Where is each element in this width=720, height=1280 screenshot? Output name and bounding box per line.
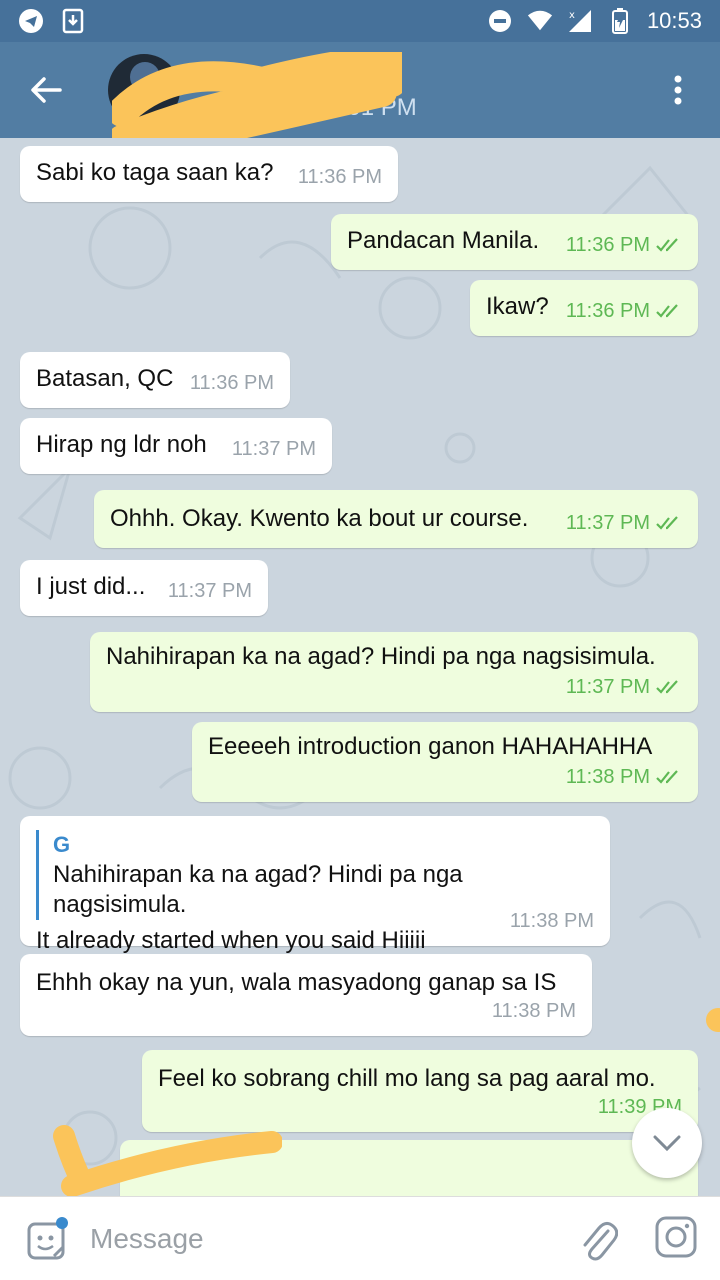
- double-check-icon: [656, 680, 678, 694]
- message-bubble[interactable]: Ohhh. Okay. Kwento ka bout ur course. 11…: [94, 490, 698, 548]
- message-time: 11:36 PM: [566, 296, 682, 326]
- quoted-sender: G: [53, 832, 71, 857]
- message-bubble[interactable]: Ikaw? 11:36 PM: [470, 280, 698, 336]
- sticker-icon: [27, 1217, 68, 1260]
- message-time-text: 11:36 PM: [565, 300, 650, 322]
- status-time: 10:53: [646, 8, 702, 33]
- message-time-text: 11:38 PM: [565, 766, 650, 788]
- message-time-text: 11:37 PM: [565, 676, 650, 698]
- svg-text:x: x: [569, 10, 575, 21]
- message-bubble[interactable]: Sabi ko taga saan ka? 11:36 PM: [20, 146, 398, 202]
- chat-header: last seen at 9:01 PM: [0, 42, 720, 156]
- message-time: 11:36 PM: [297, 166, 382, 188]
- message-text: Hirap ng ldr noh: [36, 431, 207, 458]
- message-input[interactable]: [90, 1219, 550, 1259]
- message-time: 11:36 PM: [189, 372, 274, 394]
- message-time: 11:37 PM: [231, 438, 316, 460]
- message-bubble[interactable]: Pandacan Manila. 11:36 PM: [331, 214, 698, 270]
- message-text: Ohhh. Okay. Kwento ka bout ur course.: [110, 505, 529, 532]
- chat-area[interactable]: Sabi ko taga saan ka? 11:36 PM Pandacan …: [0, 138, 720, 1196]
- message-text: Ikaw?: [486, 293, 549, 320]
- wifi-icon: [527, 8, 553, 34]
- back-button[interactable]: [22, 66, 70, 114]
- scroll-to-bottom-button[interactable]: [632, 1108, 702, 1178]
- message-bubble[interactable]: Hirap ng ldr noh 11:37 PM: [20, 418, 332, 474]
- more-vertical-icon: [674, 75, 682, 105]
- telegram-icon: [18, 8, 44, 34]
- message-bubble[interactable]: Nahihirapan ka na agad? Hindi pa nga nag…: [90, 632, 698, 712]
- do-not-disturb-icon: [487, 8, 513, 34]
- double-check-icon: [656, 238, 678, 252]
- message-bubble[interactable]: I just did... 11:37 PM: [20, 560, 268, 616]
- message-time: 11:36 PM: [566, 230, 682, 260]
- message-text: Ehhh okay na yun, wala masyadong ganap s…: [36, 969, 557, 996]
- message-time: 11:38 PM: [491, 1000, 576, 1022]
- message-bubble[interactable]: Ehhh okay na yun, wala masyadong ganap s…: [20, 954, 592, 1036]
- arrow-left-icon: [31, 77, 62, 103]
- download-icon: [60, 8, 86, 34]
- message-text: Batasan, QC: [36, 365, 174, 392]
- signal-icon: x: [567, 8, 593, 34]
- reply-message-bubble[interactable]: G Nahihirapan ka na agad? Hindi pa nga n…: [20, 816, 610, 954]
- double-check-icon: [656, 516, 678, 530]
- message-composer: [0, 1196, 720, 1280]
- double-check-icon: [656, 304, 678, 318]
- attach-button[interactable]: [578, 1215, 619, 1263]
- message-bubble[interactable]: Eeeeeh introduction ganon HAHAHAHHA 11:3…: [192, 722, 698, 802]
- battery-charging-icon: [607, 8, 633, 34]
- camera-button[interactable]: [654, 1215, 698, 1259]
- message-text: Feel ko sobrang chill mo lang sa pag aar…: [158, 1065, 656, 1092]
- paperclip-icon: [583, 1221, 619, 1261]
- sticker-button[interactable]: [24, 1217, 70, 1263]
- message-text: Nahihirapan ka na agad? Hindi pa nga nag…: [106, 643, 656, 670]
- message-bubble[interactable]: Feel ko sobrang chill mo lang sa pag aar…: [142, 1050, 698, 1132]
- more-menu-button[interactable]: [658, 70, 698, 110]
- camera-icon: [655, 1216, 697, 1258]
- chevron-down-icon: [653, 1135, 681, 1152]
- message-time: 11:37 PM: [167, 580, 252, 602]
- status-bar: x 10:53: [0, 0, 720, 42]
- message-time: 11:37 PM: [566, 508, 682, 538]
- message-text: It already started when you said Hiiiii: [36, 927, 426, 954]
- message-time-text: 11:36 PM: [565, 234, 650, 256]
- double-check-icon: [656, 770, 678, 784]
- message-time: 11:38 PM: [566, 762, 682, 792]
- message-text: Pandacan Manila.: [347, 227, 540, 254]
- message-bubble[interactable]: Batasan, QC 11:36 PM: [20, 352, 290, 408]
- message-time-text: 11:37 PM: [565, 512, 650, 534]
- reply-message-bubble[interactable]: [120, 1140, 698, 1196]
- message-text: Eeeeeh introduction ganon HAHAHAHHA: [208, 733, 653, 760]
- message-text: Sabi ko taga saan ka?: [36, 159, 274, 186]
- message-text: I just did...: [36, 573, 146, 600]
- message-time: 11:38 PM: [509, 910, 594, 932]
- message-time: 11:37 PM: [566, 672, 682, 702]
